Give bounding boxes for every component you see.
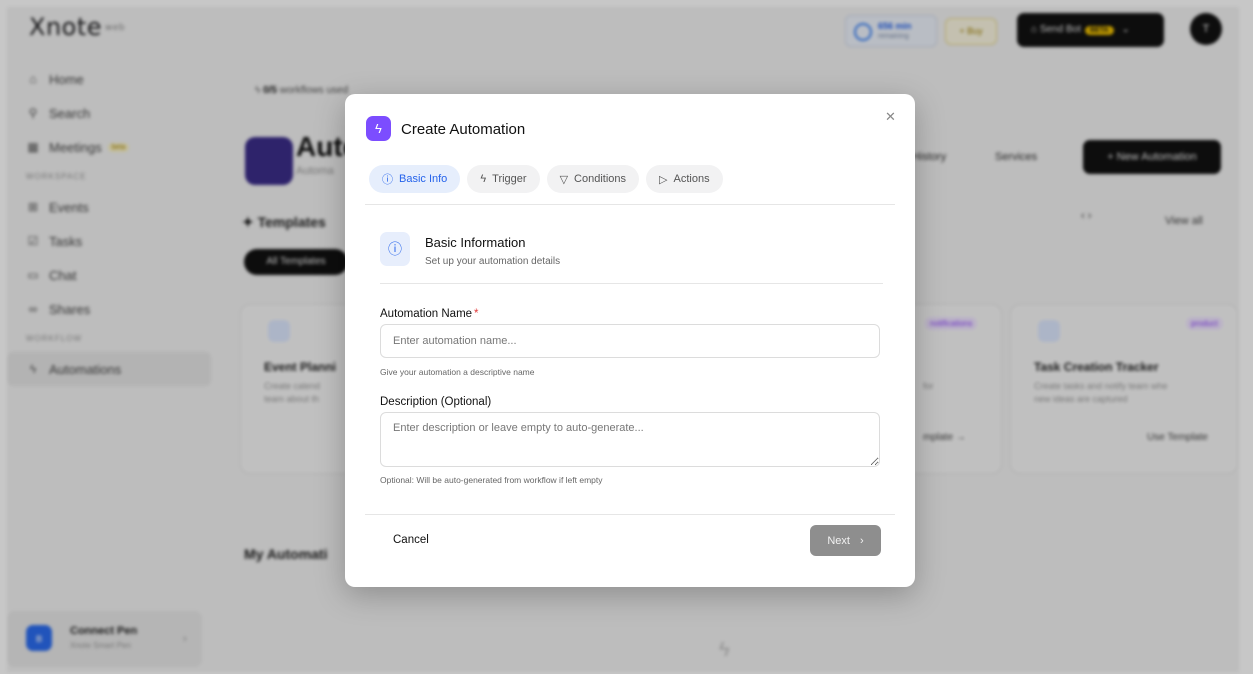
close-icon[interactable]: ✕ [885, 109, 896, 125]
tab-label: Conditions [574, 173, 627, 185]
automation-name-input[interactable] [380, 324, 880, 358]
automation-name-label: Automation Name * [380, 308, 479, 320]
next-button[interactable]: Next › [810, 525, 881, 556]
tab-basic-info[interactable]: ⓘ Basic Info [369, 165, 461, 193]
play-icon: ▷ [659, 173, 668, 186]
automation-name-label-text: Automation Name [380, 308, 473, 320]
tab-label: Basic Info [399, 173, 448, 185]
chevron-right-icon: › [859, 534, 864, 547]
description-textarea[interactable] [380, 412, 880, 467]
required-marker: * [474, 308, 479, 320]
name-hint: Give your automation a descriptive name [380, 367, 535, 377]
bolt-icon: ϟ [480, 173, 487, 185]
tab-label: Trigger [492, 173, 527, 185]
cancel-button[interactable]: Cancel [393, 534, 429, 546]
info-icon: ⓘ [380, 232, 410, 266]
description-hint: Optional: Will be auto-generated from wo… [380, 475, 603, 485]
tab-trigger[interactable]: ϟ Trigger [467, 165, 540, 193]
create-automation-dialog: ϟ Create Automation ✕ ⓘ Basic Info ϟ Trigg… [345, 94, 915, 587]
divider [365, 204, 895, 205]
section-title: Basic Information [425, 235, 526, 250]
divider [365, 514, 895, 515]
filter-icon: ▽ [559, 173, 569, 186]
tab-bar: ⓘ Basic Info ϟ Trigger ▽ Conditions ▷ Action… [369, 165, 723, 193]
section-subtitle: Set up your automation details [425, 256, 561, 267]
info-icon: ⓘ [382, 174, 393, 186]
tab-label: Actions [673, 173, 710, 185]
tab-conditions[interactable]: ▽ Conditions [546, 165, 640, 193]
dialog-title: Create Automation [401, 121, 526, 138]
tab-actions[interactable]: ▷ Actions [646, 165, 723, 193]
description-label: Description (Optional) [380, 396, 492, 408]
divider [380, 283, 883, 284]
next-label: Next [827, 534, 850, 547]
bolt-icon: ϟ [366, 116, 391, 141]
